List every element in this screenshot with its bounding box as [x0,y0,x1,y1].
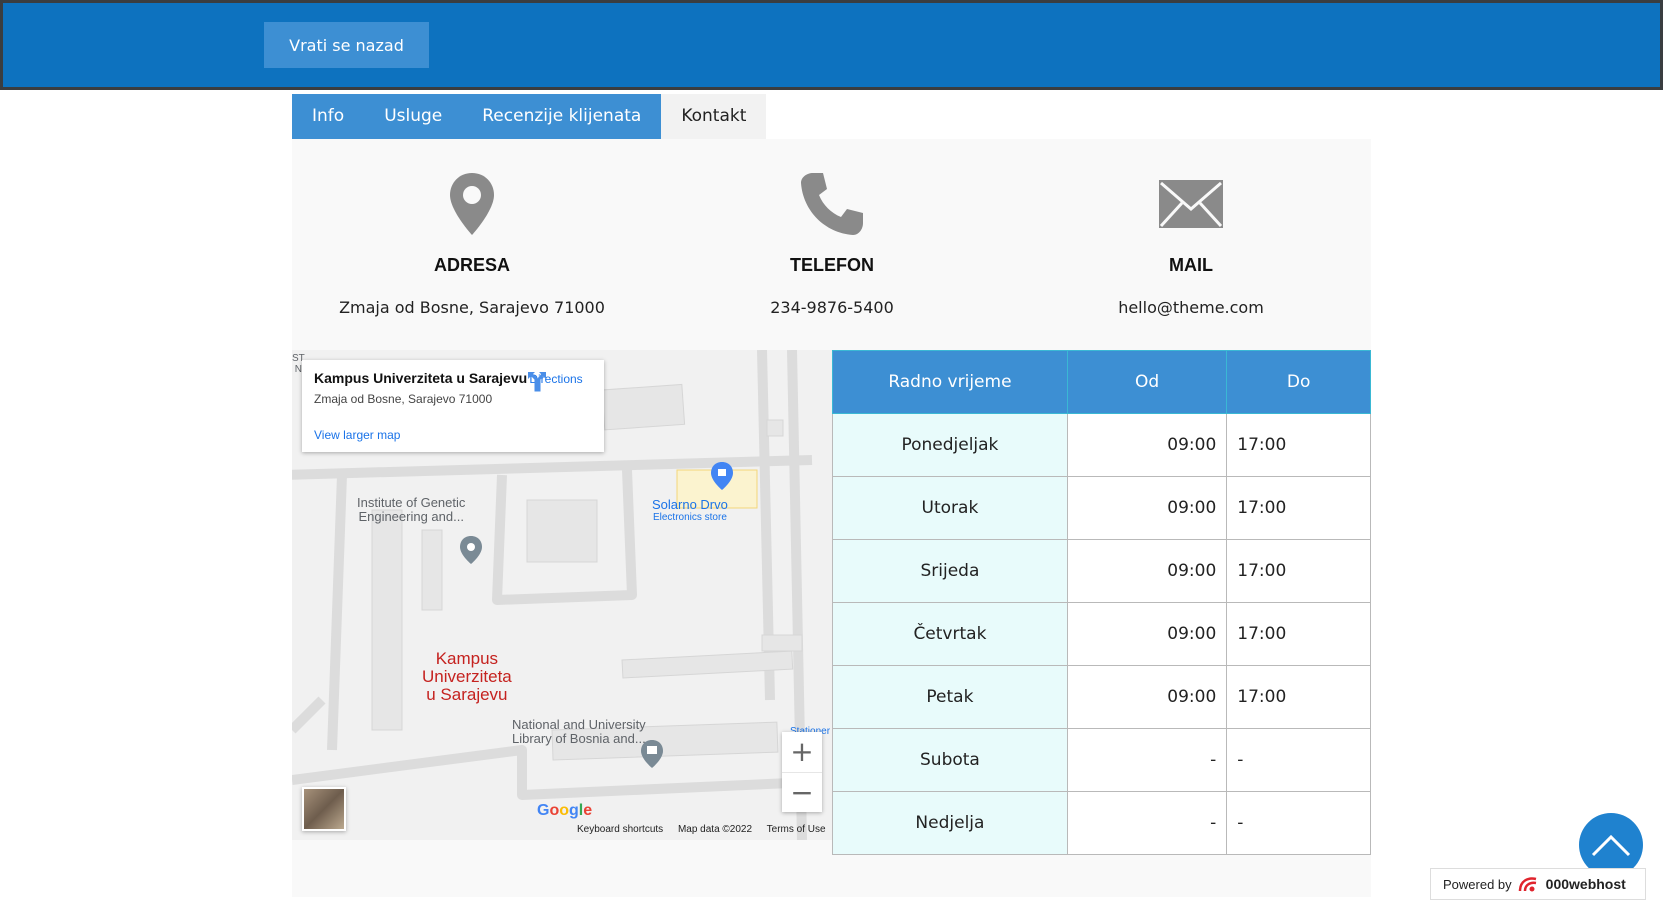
header-radno-vrijeme: Radno vrijeme [832,350,1068,414]
phone-icon [652,169,1012,239]
zoom-control: + − [782,732,822,812]
day-cell: Ponedjeljak [832,413,1068,477]
to-cell: 17:00 [1226,413,1371,477]
top-bar: Vrati se nazad [0,0,1663,90]
powered-by-text: Powered by [1443,876,1512,892]
institute-label: Institute of Genetic Engineering and... [357,495,466,524]
hours-table: Radno vrijeme Od Do Ponedjeljak 09:00 17… [832,350,1371,855]
header-od: Od [1066,350,1228,414]
webhost-brand: 000webhost [1545,876,1626,892]
table-row: Utorak 09:00 17:00 [832,476,1371,540]
address-value: Zmaja od Bosne, Sarajevo 71000 [339,298,605,317]
tab-usluge[interactable]: Usluge [364,94,463,139]
store-label: Solarno Drvo Electronics store [652,497,728,523]
day-cell: Utorak [832,476,1068,540]
map-pin-icon [292,169,652,239]
table-row: Petak 09:00 17:00 [832,665,1371,729]
table-row: Nedjelja - - [832,791,1371,855]
from-cell: 09:00 [1066,539,1228,603]
tab-bar: Info Usluge Recenzije klijenata Kontakt [292,94,767,139]
table-row: Subota - - [832,728,1371,792]
map-footer: Keyboard shortcuts Map data ©2022 Terms … [577,824,832,835]
table-row: Ponedjeljak 09:00 17:00 [832,413,1371,477]
day-cell: Nedjelja [832,791,1068,855]
from-cell: 09:00 [1066,413,1228,477]
day-cell: Petak [832,665,1068,729]
keyboard-shortcuts-link[interactable]: Keyboard shortcuts [577,824,663,835]
map-data-text: Map data ©2022 [677,824,753,835]
from-cell: 09:00 [1066,476,1228,540]
street-view-thumbnail[interactable] [302,787,346,831]
place-address: Zmaja od Bosne, Sarajevo 71000 [314,392,493,406]
day-cell: Srijeda [832,539,1068,603]
hours-header-row: Radno vrijeme Od Do [832,350,1371,414]
contact-panel: ADRESA Zmaja od Bosne, Sarajevo 71000 TE… [292,139,1371,897]
zoom-in-button[interactable]: + [782,732,822,773]
phone-block: TELEFON 234-9876-5400 [652,169,1012,317]
phone-value: 234-9876-5400 [770,298,894,317]
directions-icon [528,371,546,392]
chevron-up-icon [1591,834,1631,857]
day-cell: Četvrtak [832,602,1068,666]
from-cell: - [1066,728,1228,792]
address-block: ADRESA Zmaja od Bosne, Sarajevo 71000 [292,169,652,317]
tab-kontakt[interactable]: Kontakt [661,94,767,139]
google-logo: Google [537,802,593,819]
table-row: Srijeda 09:00 17:00 [832,539,1371,603]
webhost-logo-icon [1518,877,1536,892]
directions-button[interactable]: Directions [526,370,586,392]
place-title: Kampus Univerziteta u Sarajevu [314,370,528,386]
mail-block: MAIL hello@theme.com [1011,169,1371,317]
address-label: ADRESA [433,255,510,275]
view-larger-map-link[interactable]: View larger map [314,428,400,442]
from-cell: 09:00 [1066,602,1228,666]
envelope-icon [1011,169,1371,239]
tab-info[interactable]: Info [292,94,365,139]
terms-link[interactable]: Terms of Use [767,824,826,835]
to-cell: 17:00 [1226,665,1371,729]
library-label: National and University Library of Bosni… [512,717,646,746]
campus-label: Kampus Univerziteta u Sarajevu [422,649,512,704]
from-cell: 09:00 [1066,665,1228,729]
day-cell: Subota [832,728,1068,792]
to-cell: 17:00 [1226,602,1371,666]
to-cell: 17:00 [1226,539,1371,603]
from-cell: - [1066,791,1228,855]
to-cell: 17:00 [1226,476,1371,540]
mail-value: hello@theme.com [1118,298,1264,317]
map-info-window: Kampus Univerziteta u Sarajevu Zmaja od … [302,360,604,452]
zoom-out-button[interactable]: − [782,773,822,813]
to-cell: - [1226,791,1371,855]
phone-label: TELEFON [790,255,874,275]
tab-recenzije[interactable]: Recenzije klijenata [462,94,662,139]
back-button[interactable]: Vrati se nazad [264,22,429,68]
table-row: Četvrtak 09:00 17:00 [832,602,1371,666]
powered-by-badge[interactable]: Powered by 000webhost [1430,868,1646,900]
mail-label: MAIL [1169,255,1213,275]
map-embed[interactable]: Institute of Genetic Engineering and... … [292,350,832,840]
header-do: Do [1226,350,1371,414]
to-cell: - [1226,728,1371,792]
